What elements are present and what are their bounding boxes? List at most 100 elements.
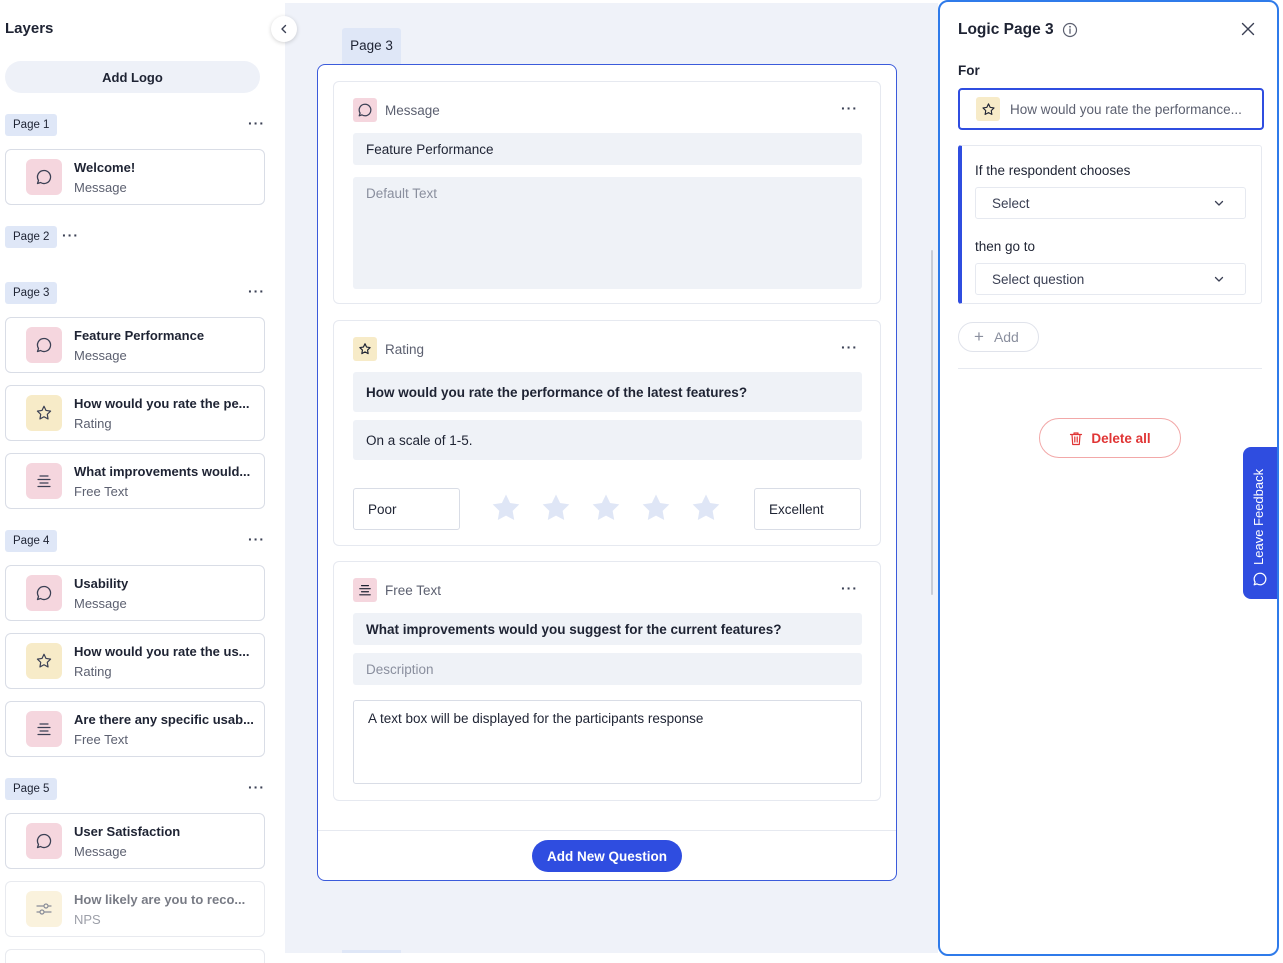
page-tab[interactable]: Page 3 [342, 28, 401, 66]
message-icon [26, 327, 62, 363]
add-new-question-button[interactable]: Add New Question [532, 840, 682, 872]
layer-item-type: Message [74, 180, 127, 195]
star-icon [26, 395, 62, 431]
next-page-tab[interactable] [342, 950, 401, 953]
layer-item-usability[interactable]: Usability Message [5, 565, 265, 621]
chevron-left-icon [281, 24, 287, 34]
layer-item-partial[interactable] [5, 949, 265, 963]
layer-item-title: User Satisfaction [74, 824, 181, 839]
page-chip-1[interactable]: Page 1 [5, 114, 58, 136]
layer-item-welcome[interactable]: Welcome! Message [5, 149, 265, 205]
question-menu-icon[interactable]: ··· [841, 100, 858, 116]
chevron-down-icon [1214, 200, 1224, 206]
question-title-field[interactable]: What improvements would you suggest for … [353, 613, 862, 645]
page-2-menu-icon[interactable]: ··· [62, 227, 79, 243]
logic-rule: If the respondent chooses Select then go… [958, 145, 1262, 304]
layer-item-type: Free Text [74, 732, 128, 747]
layer-item-title: Are there any specific usab... [74, 712, 254, 727]
text-lines-icon [353, 578, 377, 602]
rating-star-icon[interactable] [589, 491, 623, 525]
collapse-panel-button[interactable] [271, 16, 297, 42]
add-logo-button[interactable]: Add Logo [5, 61, 260, 93]
layer-item-type: NPS [74, 912, 101, 927]
question-type-header: Free Text [353, 578, 441, 602]
logic-panel: Logic Page 3 For How would you rate the … [938, 0, 1279, 956]
answer-select-value: Select [992, 195, 1030, 211]
layer-item-type: Rating [74, 416, 112, 431]
add-rule-button[interactable]: + Add [958, 322, 1039, 352]
high-label-input[interactable]: Excellent [754, 488, 861, 530]
layers-title: Layers [5, 20, 54, 37]
answer-textbox-preview: A text box will be displayed for the par… [353, 700, 862, 784]
layer-item-nps[interactable]: How likely are you to reco... NPS [5, 881, 265, 937]
sliders-icon [26, 891, 62, 927]
for-label: For [958, 63, 980, 78]
description-field[interactable]: Description [353, 653, 862, 685]
page-4-menu-icon[interactable]: ··· [248, 531, 265, 547]
page-5-menu-icon[interactable]: ··· [248, 779, 265, 795]
for-question-value: How would you rate the performance... [1010, 101, 1242, 117]
info-icon[interactable] [1062, 22, 1078, 38]
target-question-dropdown[interactable]: Select question [975, 263, 1246, 295]
question-card-rating[interactable]: Rating ··· How would you rate the perfor… [333, 320, 881, 546]
message-icon [26, 159, 62, 195]
target-question-value: Select question [992, 271, 1085, 287]
message-icon [353, 98, 377, 122]
layer-item-title: How would you rate the pe... [74, 396, 250, 411]
layer-item-title: How likely are you to reco... [74, 892, 246, 907]
message-icon [26, 823, 62, 859]
default-text-field[interactable]: Default Text [353, 177, 862, 289]
layer-item-title: Usability [74, 576, 129, 591]
question-title-field[interactable]: How would you rate the performance of th… [353, 372, 862, 412]
page-chip-5[interactable]: Page 5 [5, 778, 58, 800]
question-title-field[interactable]: Feature Performance [353, 133, 862, 165]
layer-item-type: Message [74, 596, 127, 611]
layer-item-feature-performance[interactable]: Feature Performance Message [5, 317, 265, 373]
page-3-menu-icon[interactable]: ··· [248, 283, 265, 299]
layer-item-title: Feature Performance [74, 328, 205, 343]
layer-item-user-satisfaction[interactable]: User Satisfaction Message [5, 813, 265, 869]
layer-item-type: Free Text [74, 484, 128, 499]
question-card-free-text[interactable]: Free Text ··· What improvements would yo… [333, 561, 881, 801]
question-type-header: Rating [353, 337, 424, 361]
page-chip-3[interactable]: Page 3 [5, 282, 58, 304]
canvas-scrollbar[interactable] [931, 250, 933, 595]
then-go-to-label: then go to [975, 239, 1036, 254]
close-icon[interactable] [1241, 22, 1255, 39]
question-type-label: Message [385, 102, 440, 118]
star-icon [26, 643, 62, 679]
layer-item-rate-usability[interactable]: How would you rate the us... Rating [5, 633, 265, 689]
rating-star-icon[interactable] [689, 491, 723, 525]
question-menu-icon[interactable]: ··· [841, 580, 858, 596]
page-chip-4[interactable]: Page 4 [5, 530, 58, 552]
rating-star-icon[interactable] [539, 491, 573, 525]
rating-star-icon[interactable] [639, 491, 673, 525]
logic-title-text: Logic Page 3 [958, 21, 1054, 38]
layer-item-improvements[interactable]: What improvements would... Free Text [5, 453, 265, 509]
divider [958, 368, 1262, 369]
question-type-header: Message [353, 98, 440, 122]
question-type-label: Free Text [385, 582, 442, 598]
question-menu-icon[interactable]: ··· [841, 339, 858, 355]
logic-panel-title: Logic Page 3 [958, 21, 1078, 39]
low-label-input[interactable]: Poor [353, 488, 460, 530]
for-question-select[interactable]: How would you rate the performance... [958, 88, 1264, 130]
layer-item-rate-performance[interactable]: How would you rate the pe... Rating [5, 385, 265, 441]
text-lines-icon [26, 463, 62, 499]
page-1-menu-icon[interactable]: ··· [248, 115, 265, 131]
question-type-label: Rating [385, 341, 425, 357]
question-subtitle-field[interactable]: On a scale of 1-5. [353, 420, 862, 460]
layer-item-title: How would you rate the us... [74, 644, 250, 659]
plus-icon: + [974, 327, 984, 346]
trash-icon [1070, 431, 1083, 445]
page-chip-2[interactable]: Page 2 [5, 226, 58, 248]
layer-item-type: Message [74, 844, 127, 859]
if-respondent-label: If the respondent chooses [975, 163, 1131, 178]
rating-star-icon[interactable] [489, 491, 523, 525]
question-card-message[interactable]: Message ··· Feature Performance Default … [333, 81, 881, 304]
page-frame: Message ··· Feature Performance Default … [317, 64, 897, 881]
layer-item-specific-usability[interactable]: Are there any specific usab... Free Text [5, 701, 265, 757]
leave-feedback-tab[interactable]: Leave Feedback [1243, 447, 1277, 599]
delete-all-button[interactable]: Delete all [1039, 418, 1181, 458]
answer-select-dropdown[interactable]: Select [975, 187, 1246, 219]
